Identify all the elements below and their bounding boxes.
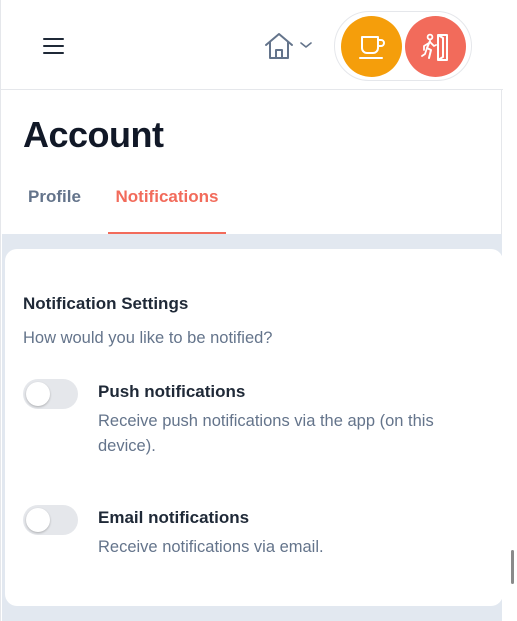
quick-actions (334, 11, 472, 81)
account-tabs: Profile Notifications (1, 178, 503, 234)
toggle-knob (26, 382, 50, 406)
email-notifications-description: Receive notifications via email. (98, 538, 324, 556)
exit-button[interactable] (405, 16, 466, 77)
section-title: Notification Settings (23, 294, 189, 313)
hamburger-menu-icon[interactable] (43, 38, 64, 54)
top-bar (1, 0, 503, 90)
exit-door-icon (420, 33, 448, 61)
section-subtitle: How would you like to be notified? (23, 329, 273, 347)
email-notifications-label: Email notifications (98, 508, 250, 527)
toggle-knob (26, 508, 50, 532)
tab-notifications[interactable]: Notifications (108, 178, 226, 234)
coffee-cup-icon (358, 35, 385, 59)
chevron-down-icon (300, 42, 312, 48)
push-notifications-toggle[interactable] (23, 379, 78, 409)
push-notifications-description: Receive push notifications via the app (… (98, 412, 434, 455)
home-dropdown[interactable] (263, 30, 315, 62)
page-title: Account (23, 114, 164, 155)
break-button[interactable] (341, 16, 402, 77)
app-frame: Account Profile Notifications Notificati… (0, 0, 503, 621)
home-icon (265, 33, 293, 59)
scrollbar-thumb[interactable] (511, 550, 514, 584)
push-notifications-label: Push notifications (98, 382, 246, 401)
tab-profile[interactable]: Profile (28, 178, 81, 234)
email-notifications-toggle[interactable] (23, 505, 78, 535)
